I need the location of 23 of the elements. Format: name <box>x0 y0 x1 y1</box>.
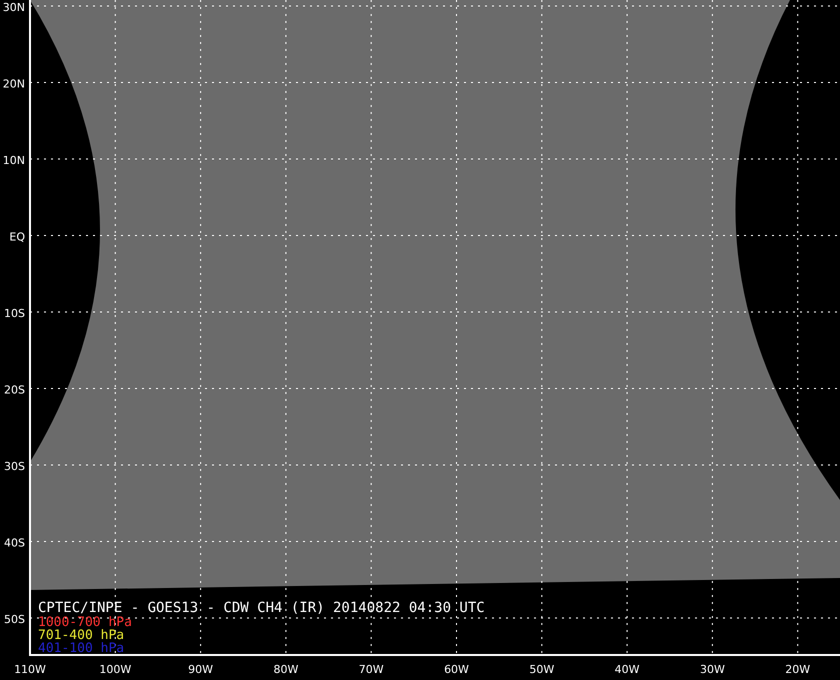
map-title: CPTEC/INPE - GOES13 - CDW CH4 (IR) 20140822 04:30 UTC <box>38 600 485 616</box>
latitude-label: 10N <box>2 154 25 167</box>
legend-label: 701-400 hPa <box>38 628 124 643</box>
latitude-label: 50S <box>4 613 25 626</box>
longitude-label: 70W <box>358 663 384 676</box>
longitude-label: 80W <box>273 663 298 676</box>
longitude-label: 100W <box>99 663 132 676</box>
legend-label: 401-100 hPa <box>38 641 124 656</box>
latitude-label: 40S <box>4 536 25 550</box>
latitude-label: 10S <box>4 307 25 320</box>
latitude-label: 30S <box>4 460 25 473</box>
longitude-label: 60W <box>444 663 469 676</box>
longitude-label: 20W <box>785 663 810 676</box>
legend-label: 1000-700 hPa <box>38 615 132 630</box>
longitude-label: 30W <box>700 663 725 676</box>
latitude-label: 20N <box>2 78 25 90</box>
longitude-label: 90W <box>188 663 214 676</box>
latitude-label: 20S <box>4 384 25 396</box>
longitude-label: 40W <box>614 663 640 676</box>
longitude-label: 110W <box>14 663 46 676</box>
latitude-label: 30N <box>2 1 25 14</box>
latitude-label: EQ <box>9 230 25 244</box>
longitude-label: 50W <box>529 663 554 676</box>
